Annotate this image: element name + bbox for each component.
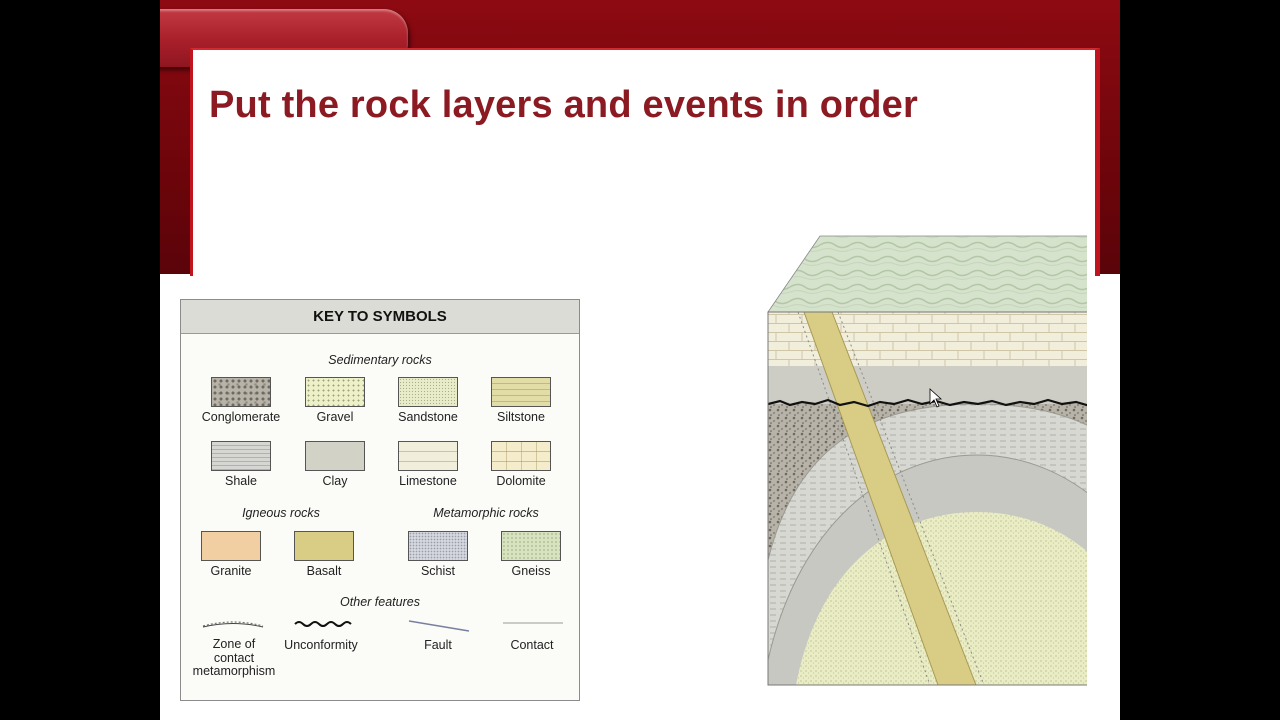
granite-swatch <box>201 531 261 561</box>
clay-layer <box>768 366 1087 406</box>
slide: Put the rock layers and events in order … <box>160 0 1120 720</box>
schist-swatch <box>408 531 468 561</box>
contact-label: Contact <box>510 638 554 652</box>
block-top-face <box>767 235 1087 313</box>
metamorphic-section-title: Metamorphic rocks <box>433 506 539 520</box>
contact-metamorphism-symbol <box>202 621 264 628</box>
gneiss-swatch <box>501 531 561 561</box>
key-header: KEY TO SYMBOLS <box>181 300 579 334</box>
limestone-swatch <box>398 441 458 471</box>
siltstone-swatch <box>491 377 551 407</box>
gneiss-label: Gneiss <box>511 564 551 578</box>
clay-swatch <box>305 441 365 471</box>
rock-layers-block-diagram <box>767 235 1087 686</box>
basalt-swatch <box>294 531 354 561</box>
shale-swatch <box>211 441 271 471</box>
igneous-section-title: Igneous rocks <box>242 506 320 520</box>
slide-title: Put the rock layers and events in order <box>209 84 918 126</box>
dolomite-swatch <box>491 441 551 471</box>
unconformity-symbol <box>294 621 352 627</box>
fault-symbol <box>408 620 470 632</box>
basalt-label: Basalt <box>306 564 342 578</box>
key-to-symbols-panel: KEY TO SYMBOLS Sedimentary rocks Conglom… <box>180 299 580 701</box>
conglomerate-swatch <box>211 377 271 407</box>
gravel-swatch <box>305 377 365 407</box>
contact-symbol <box>503 622 563 624</box>
dolomite-label: Dolomite <box>496 474 546 488</box>
sedimentary-section-title: Sedimentary rocks <box>328 353 432 367</box>
siltstone-label: Siltstone <box>497 410 545 424</box>
other-features-section-title: Other features <box>340 595 420 609</box>
unconformity-label: Unconformity <box>284 638 358 652</box>
sandstone-swatch <box>398 377 458 407</box>
block-front-face <box>768 312 1087 685</box>
